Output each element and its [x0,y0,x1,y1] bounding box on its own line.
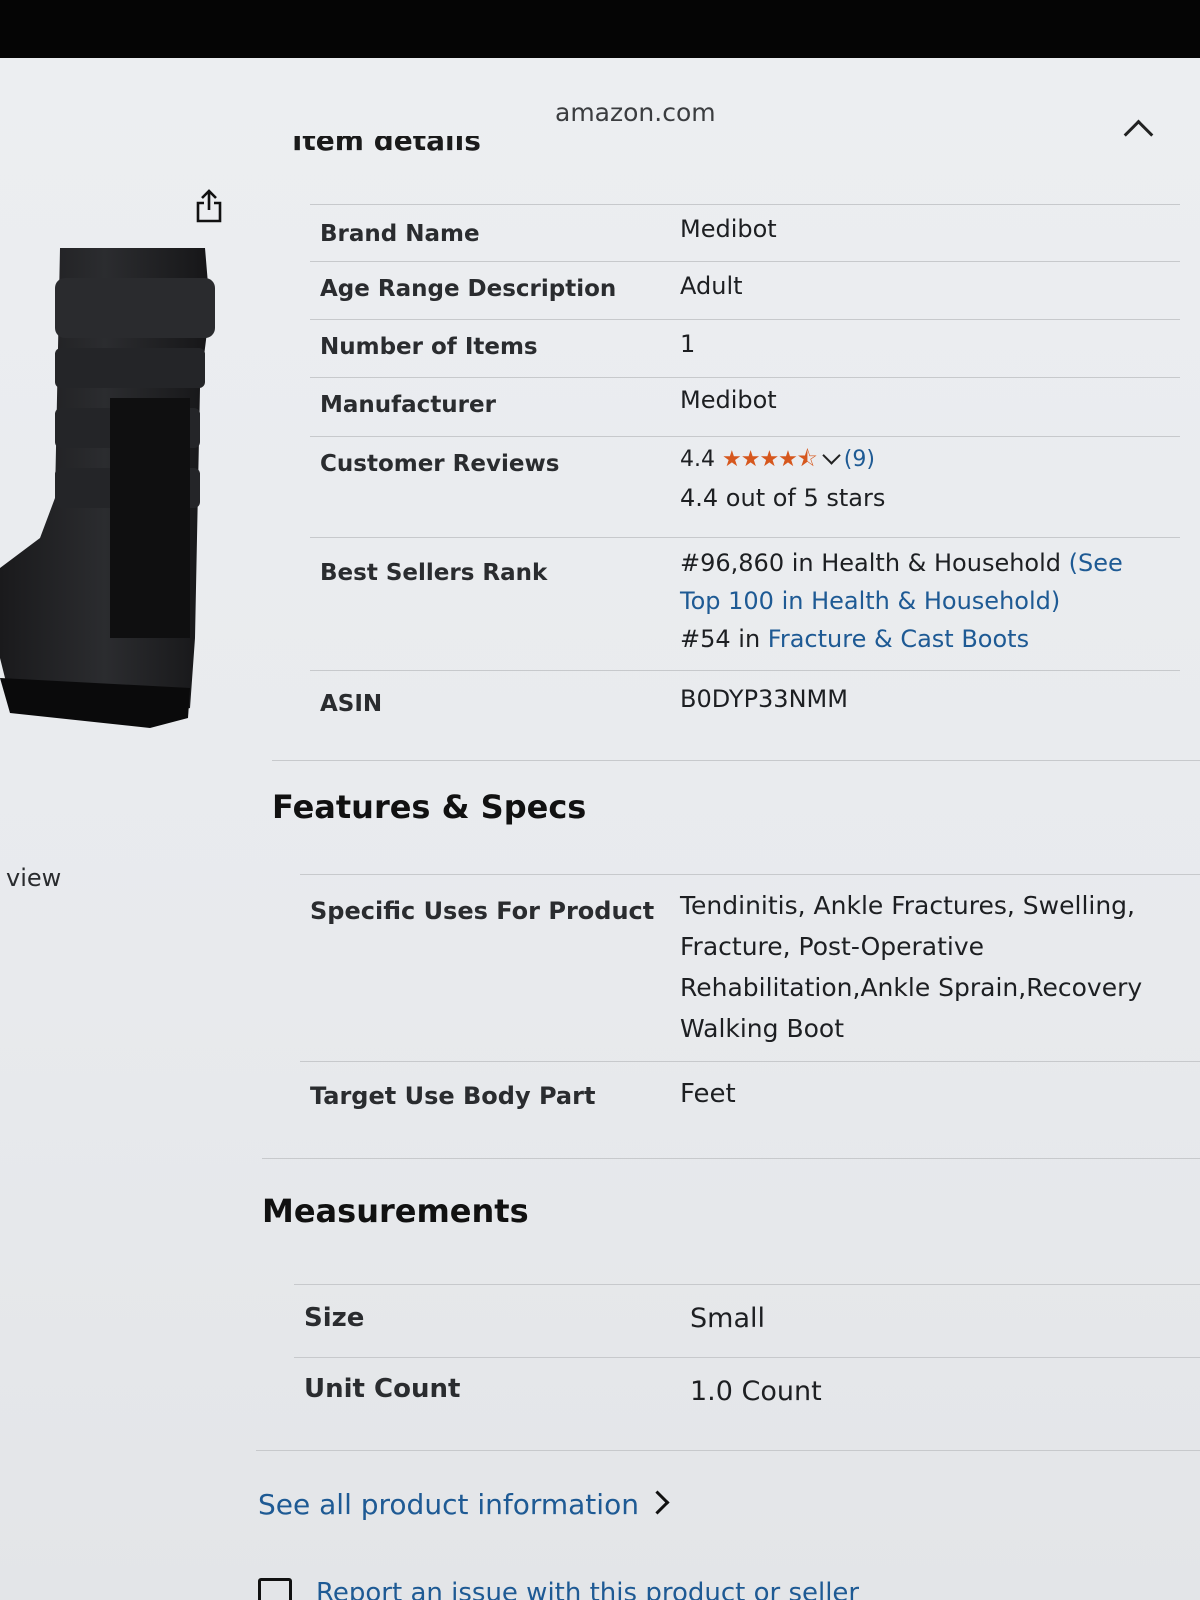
uses-line: Fracture, Post-Operative [680,932,985,961]
row-key: Customer Reviews [320,451,560,477]
see-all-label[interactable]: See all product information [258,1488,639,1521]
table-row: Age Range Description Adult [310,261,1180,319]
browser-url-bar[interactable]: amazon.com [0,58,1200,150]
row-key: Manufacturer [320,392,496,418]
row-key: Brand Name [320,221,480,247]
product-page: amazon.com Item details view Brand Name … [0,58,1200,1600]
row-key: Size [304,1303,365,1333]
measurements-heading: Measurements [262,1192,529,1230]
rank-text: #96,860 in Health & Household [680,549,1069,577]
row-value: Adult [680,272,743,300]
chevron-up-icon[interactable] [1123,119,1154,150]
table-row: Size Small [294,1284,1200,1357]
table-row: Unit Count 1.0 Count [294,1357,1200,1450]
reviews-value[interactable]: 4.4 ★★★★⯪ (9) 4.4 out of 5 stars [680,441,885,519]
table-row-asin: ASIN B0DYP33NMM [310,670,1180,753]
divider [256,1450,1200,1451]
see-all-product-info-link[interactable]: See all product information [258,1488,670,1521]
star-rating[interactable]: ★★★★⯪ [722,447,818,472]
features-specs-heading: Features & Specs [272,788,587,826]
row-key: Unit Count [304,1374,461,1404]
rating-number: 4.4 [680,447,715,472]
table-row-best-sellers: Best Sellers Rank #96,860 in Health & Ho… [310,537,1180,670]
table-row: Brand Name Medibot [310,204,1180,261]
review-count-link[interactable]: (9) [844,447,875,472]
uses-value: Tendinitis, Ankle Fractures, Swelling, F… [680,885,1142,1049]
rank-text: #54 in [680,625,768,653]
table-row: Manufacturer Medibot [310,377,1180,436]
best-sellers-value: #96,860 in Health & Household (See Top 1… [680,544,1123,658]
see-top-100-link[interactable]: (See [1069,549,1123,577]
report-label[interactable]: Report an issue with this product or sel… [316,1578,859,1600]
item-details-title: Item details [292,136,481,157]
item-details-table: Brand Name Medibot Age Range Description… [310,204,1180,753]
row-value: Medibot [680,386,777,414]
measurements-table: Size Small Unit Count 1.0 Count [294,1284,1200,1450]
view-label[interactable]: view [6,864,61,892]
uses-line: Rehabilitation,Ankle Sprain,Recovery [680,973,1143,1002]
table-row-reviews: Customer Reviews 4.4 ★★★★⯪ (9) 4.4 out of… [310,436,1180,537]
row-value: 1 [680,330,696,358]
row-key: Specific Uses For Product [310,897,655,925]
asin-value: B0DYP33NMM [680,685,848,713]
share-icon[interactable] [194,188,224,224]
chevron-right-icon[interactable] [645,1490,670,1515]
row-key: Best Sellers Rank [320,560,548,586]
uses-line: Walking Boot [680,1014,845,1043]
rating-summary: 4.4 out of 5 stars [680,484,886,512]
report-icon [258,1578,292,1600]
table-row: Number of Items 1 [310,319,1180,377]
divider [262,1158,1200,1159]
row-value: Feet [680,1079,736,1109]
top-100-link[interactable]: Top 100 in Health & Household) [680,587,1060,615]
chevron-down-icon[interactable] [822,446,841,465]
url-text[interactable]: amazon.com [555,98,716,127]
report-issue-link[interactable]: Report an issue with this product or sel… [258,1578,859,1600]
walking-boot-image[interactable] [0,238,230,778]
row-value: Small [690,1303,765,1334]
row-key: Target Use Body Part [310,1082,596,1110]
category-link[interactable]: Fracture & Cast Boots [768,625,1029,653]
device-top-bezel [0,0,1200,62]
table-row-uses: Specific Uses For Product Tendinitis, An… [300,874,1200,1061]
row-key: Age Range Description [320,276,617,302]
row-key: ASIN [320,691,383,717]
row-value: Medibot [680,215,777,243]
table-row: Target Use Body Part Feet [300,1061,1200,1160]
divider [272,760,1200,761]
row-key: Number of Items [320,334,538,360]
row-value: 1.0 Count [690,1376,822,1407]
features-specs-table: Specific Uses For Product Tendinitis, An… [300,874,1200,1160]
uses-line: Tendinitis, Ankle Fractures, Swelling, [680,891,1135,920]
